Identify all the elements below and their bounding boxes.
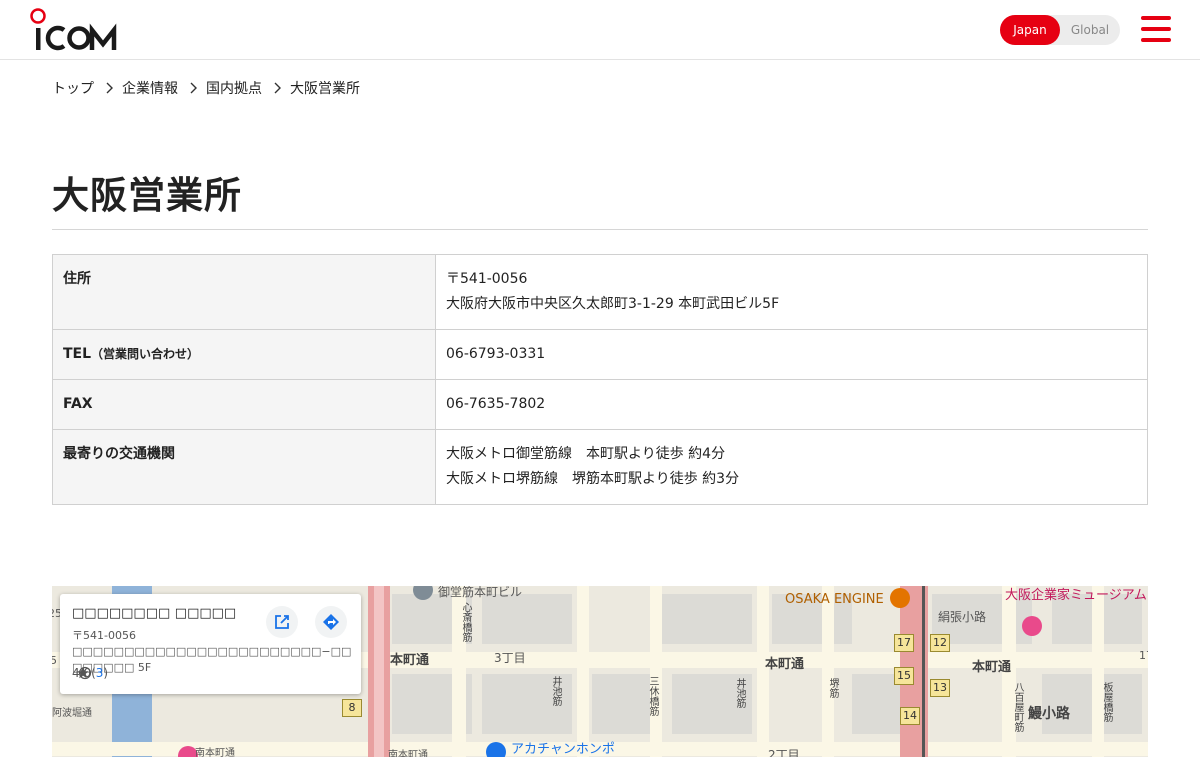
map-label: 心斎橋筋 [460, 602, 471, 642]
route-number-badge: 13 [930, 679, 950, 697]
map-label: 南本町通 [195, 748, 235, 757]
external-link-icon [275, 615, 289, 629]
map-label: OSAKA ENGINE [785, 592, 884, 607]
office-info-table: 住所 〒541-0056 大阪府大阪市中央区久太郎町3-1-29 本町武田ビル5… [52, 254, 1148, 505]
tel-value[interactable]: 06-6793-0331 [435, 329, 1148, 380]
address-label: 住所 [52, 254, 436, 330]
map-label: アカチャンホンポ [511, 742, 615, 757]
access-value: 大阪メトロ御堂筋線 本町駅より徒歩 約4分 大阪メトロ堺筋線 堺筋本町駅より徒歩… [435, 429, 1148, 505]
map-label: 八百屋町筋 [1012, 682, 1023, 732]
lang-global-button[interactable]: Global [1060, 15, 1120, 45]
map-label: 本町通 [765, 657, 805, 672]
site-header: Japan Global [0, 0, 1200, 60]
table-row: 住所 〒541-0056 大阪府大阪市中央区久太郎町3-1-29 本町武田ビル5… [52, 254, 1148, 330]
tel-label: TEL（営業問い合わせ） [52, 329, 436, 380]
breadcrumb-company[interactable]: 企業情報 [122, 78, 178, 98]
directions-icon [323, 614, 339, 630]
map-label: 南本町通 [388, 750, 428, 757]
google-map[interactable]: 御堂筋本町ビル OSAKA ENGINE 大阪企業家ミュージアム 絹張小路 本町… [52, 586, 1148, 757]
address-text: 大阪府大阪市中央区久太郎町3-1-29 本町武田ビル5F [446, 296, 780, 312]
table-row: 最寄りの交通機関 大阪メトロ御堂筋線 本町駅より徒歩 約4分 大阪メトロ堺筋線 … [52, 429, 1148, 505]
route-number-badge: 12 [930, 634, 950, 652]
map-label: 5 [52, 654, 57, 667]
route-number-badge: 15 [894, 667, 914, 685]
map-label: 丼池筋 [734, 678, 745, 708]
access-line-1: 大阪メトロ御堂筋線 本町駅より徒歩 約4分 [446, 446, 726, 462]
access-line-2: 大阪メトロ堺筋線 堺筋本町駅より徒歩 約3分 [446, 471, 740, 487]
route-number-badge: 8 [342, 699, 362, 717]
language-toggle: Japan Global [1000, 15, 1120, 45]
table-row: TEL（営業問い合わせ） 06-6793-0331 [52, 329, 1148, 380]
fax-label: FAX [52, 379, 436, 430]
chevron-right-icon [274, 82, 281, 94]
map-label: 3丁目 [494, 651, 526, 665]
directions-button[interactable] [315, 606, 347, 638]
place-info-card: □□□□□□□□ □□□□□ 〒541-0056 □□□□□□□□□□□□□□□… [60, 594, 361, 694]
table-row: FAX 06-7635-7802 [52, 379, 1148, 430]
map-label: 絹張小路 [938, 610, 987, 624]
chevron-right-icon [190, 82, 197, 94]
route-number-badge: 14 [900, 707, 920, 725]
title-divider [52, 229, 1148, 230]
postal-code: 〒541-0056 [446, 271, 528, 287]
fax-value: 06-7635-7802 [435, 379, 1148, 430]
review-count[interactable]: 3 [96, 666, 104, 680]
map-label: 鰻小路 [1028, 706, 1070, 722]
place-name: □□□□□□□□ □□□□□ [72, 606, 237, 621]
address-value: 〒541-0056 大阪府大阪市中央区久太郎町3-1-29 本町武田ビル5F [435, 254, 1148, 330]
page-title: 大阪営業所 [52, 174, 242, 217]
menu-icon[interactable] [1141, 16, 1171, 44]
chevron-right-icon [106, 82, 113, 94]
map-label: 大阪企業家ミュージアム [1005, 588, 1147, 603]
map-label: 井池筋 [550, 676, 561, 706]
map-label: 本町通 [390, 653, 430, 668]
map-label: 板屋橋筋 [1101, 682, 1112, 722]
route-number-badge: 17 [894, 634, 914, 652]
breadcrumb-current: 大阪営業所 [290, 81, 360, 97]
open-in-maps-button[interactable] [266, 606, 298, 638]
access-label: 最寄りの交通機関 [52, 429, 436, 505]
icom-logo[interactable] [30, 8, 122, 52]
map-label: 阿波堀通 [52, 708, 92, 719]
map-label: 三休橋筋 [647, 676, 658, 716]
map-label: 堺筋 [827, 678, 838, 698]
breadcrumb: トップ 企業情報 国内拠点 大阪営業所 [52, 78, 360, 98]
tel-label-sub: （営業問い合わせ） [91, 347, 200, 361]
map-label: 17 [1139, 649, 1148, 662]
map-label: 御堂筋本町ビル [438, 586, 523, 599]
lang-japan-button[interactable]: Japan [1000, 15, 1060, 45]
tel-label-text: TEL [63, 346, 92, 362]
breadcrumb-top[interactable]: トップ [52, 78, 94, 98]
map-label: 本町通 [972, 660, 1012, 675]
map-label: 2丁目 [768, 748, 800, 757]
info-icon[interactable] [78, 666, 92, 680]
review-count-link[interactable]: (3) [91, 666, 108, 680]
place-rating: 4.0 (3) [72, 666, 108, 680]
breadcrumb-domestic[interactable]: 国内拠点 [206, 78, 262, 98]
